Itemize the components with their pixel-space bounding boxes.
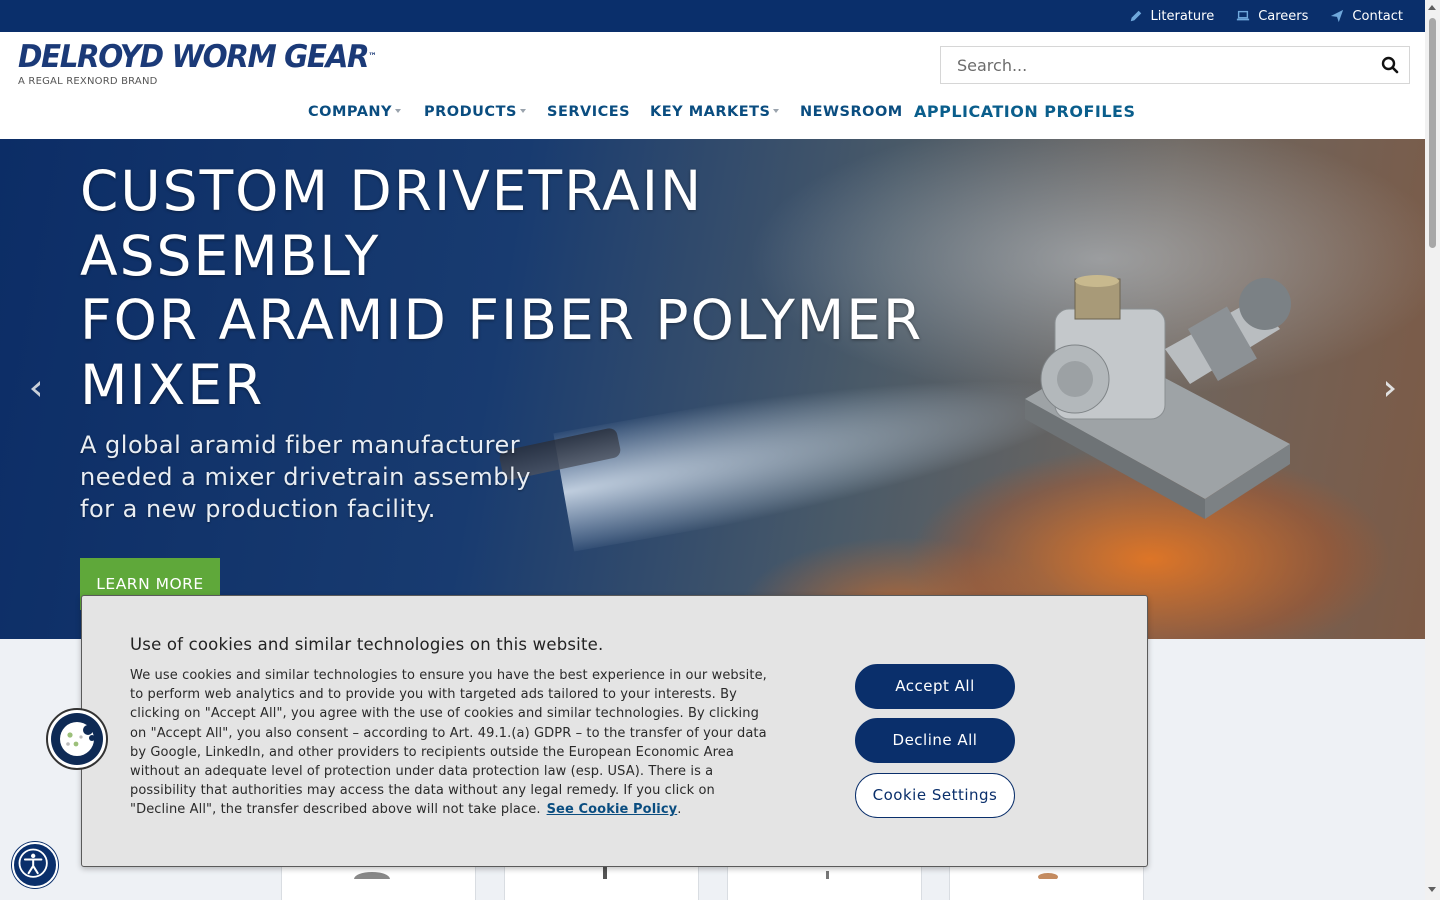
scrollbar-thumb[interactable] xyxy=(1429,18,1436,248)
logo-tagline: A REGAL REXNORD BRAND xyxy=(18,76,158,87)
page-scrollbar[interactable] xyxy=(1425,0,1440,900)
drivetrain-assembly-image xyxy=(1025,275,1291,519)
nav-company[interactable]: COMPANY xyxy=(308,104,402,120)
cookie-body-text: We use cookies and similar technologies … xyxy=(130,668,767,818)
nav-products[interactable]: PRODUCTS xyxy=(424,104,526,120)
caret-down-icon xyxy=(773,109,780,113)
hero-title-line-1: CUSTOM DRIVETRAIN xyxy=(80,159,704,223)
cookie-body: We use cookies and similar technologies … xyxy=(130,668,767,818)
hero-title: CUSTOM DRIVETRAIN ASSEMBLY FOR ARAMID FI… xyxy=(80,159,940,417)
nav-key-markets[interactable]: KEY MARKETS xyxy=(650,104,780,120)
pencil-icon xyxy=(1130,10,1141,22)
contact-link[interactable]: Contact xyxy=(1330,9,1403,24)
hero-carousel: CUSTOM DRIVETRAIN ASSEMBLY FOR ARAMID FI… xyxy=(0,139,1425,639)
cookie-settings-button[interactable]: Cookie Settings xyxy=(855,773,1015,818)
careers-label: Careers xyxy=(1258,8,1309,24)
nav-application-profiles[interactable]: APPLICATION PROFILES xyxy=(914,102,1135,121)
cookie-title: Use of cookies and similar technologies … xyxy=(130,635,604,654)
main-nav: COMPANY PRODUCTS SERVICES KEY MARKETS NE… xyxy=(0,102,1425,128)
cookie-consent-dialog: Use of cookies and similar technologies … xyxy=(81,595,1148,867)
paper-plane-icon xyxy=(1331,9,1344,23)
carousel-next-icon[interactable] xyxy=(1380,379,1400,399)
search-input[interactable] xyxy=(941,47,1361,83)
cookie-icon xyxy=(60,722,95,756)
hero-title-line-3: FOR ARAMID FIBER POLYMER xyxy=(80,288,924,352)
hero-title-line-4: MIXER xyxy=(80,352,265,417)
hero-subtitle: A global aramid fiber manufacturer neede… xyxy=(80,431,531,523)
caret-down-icon xyxy=(519,109,526,113)
scroll-down-icon[interactable] xyxy=(1428,887,1436,892)
scroll-up-icon[interactable] xyxy=(1428,5,1436,10)
accept-all-button[interactable]: Accept All xyxy=(855,664,1015,709)
careers-link[interactable]: Careers xyxy=(1236,9,1308,24)
cookie-preferences-button[interactable] xyxy=(46,708,108,770)
contact-label: Contact xyxy=(1352,8,1403,24)
accessibility-icon xyxy=(18,848,48,878)
brand-logo[interactable]: DELROYD WORM GEAR™ A REGAL REXNORD BRAND xyxy=(18,40,394,87)
cookie-policy-link[interactable]: See Cookie Policy xyxy=(547,802,678,817)
search-box xyxy=(940,46,1410,84)
nav-newsroom[interactable]: NEWSROOM xyxy=(800,104,903,120)
caret-down-icon xyxy=(395,109,402,113)
hero-title-line-2: ASSEMBLY xyxy=(80,223,381,288)
site-header: DELROYD WORM GEAR™ A REGAL REXNORD BRAND… xyxy=(0,32,1425,139)
logo-wordmark: DELROYD WORM GEAR™ xyxy=(18,39,377,75)
nav-services[interactable]: SERVICES xyxy=(547,104,630,120)
carousel-prev-icon[interactable] xyxy=(26,379,46,399)
decline-all-button[interactable]: Decline All xyxy=(855,718,1015,763)
utility-links: Literature Careers Contact xyxy=(1129,0,1403,32)
accessibility-button[interactable] xyxy=(12,842,58,888)
laptop-icon xyxy=(1237,10,1250,21)
search-icon[interactable] xyxy=(1381,56,1399,74)
utility-bar: Literature Careers Contact xyxy=(0,0,1425,32)
literature-link[interactable]: Literature xyxy=(1129,8,1215,24)
literature-label: Literature xyxy=(1150,8,1215,24)
